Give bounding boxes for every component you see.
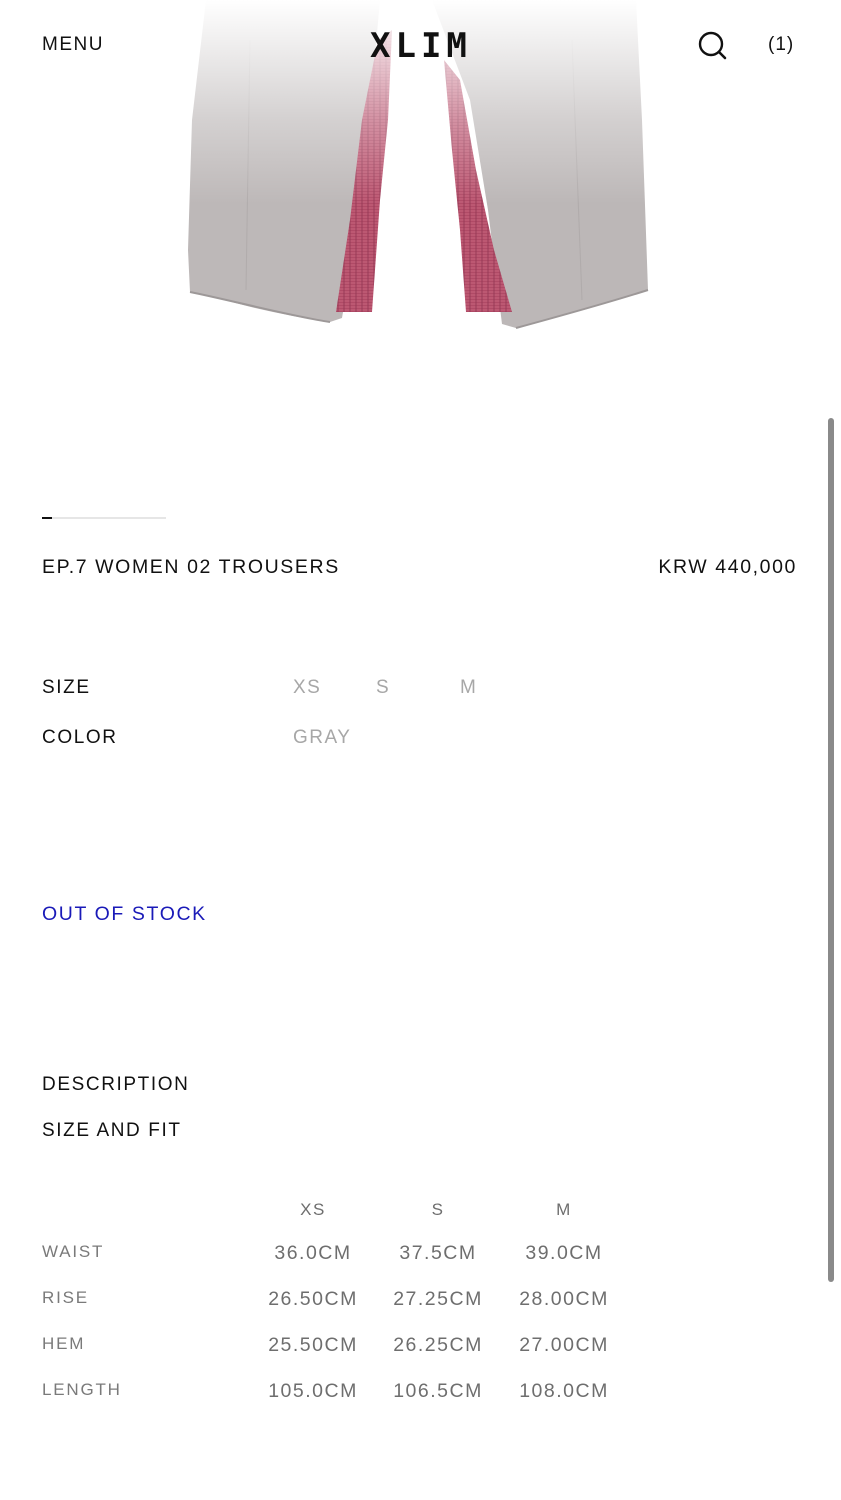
table-cell: 25.50CM — [268, 1334, 358, 1356]
site-header: MENU XLIM (1) — [0, 0, 841, 90]
table-header-s: S — [431, 1200, 445, 1219]
table-cell: 105.0CM — [268, 1380, 358, 1402]
description-toggle[interactable]: DESCRIPTION — [42, 1074, 189, 1096]
table-cell: 27.25CM — [393, 1288, 483, 1310]
size-option-m[interactable]: M — [460, 677, 477, 699]
site-logo[interactable]: XLIM — [370, 26, 472, 66]
color-option-gray[interactable]: GRAY — [293, 727, 351, 749]
table-cell: 108.0CM — [519, 1380, 609, 1402]
size-option-xs[interactable]: XS — [293, 677, 321, 699]
row-label: LENGTH — [42, 1380, 122, 1399]
table-cell: 36.0CM — [274, 1242, 352, 1264]
search-icon[interactable] — [696, 29, 728, 61]
size-option-s[interactable]: S — [376, 677, 390, 699]
table-cell: 26.25CM — [393, 1334, 483, 1356]
gallery-progress — [42, 516, 166, 519]
table-cell: 37.5CM — [399, 1242, 477, 1264]
size-label: SIZE — [42, 677, 91, 698]
scrollbar[interactable] — [828, 418, 834, 1282]
row-label: RISE — [42, 1288, 89, 1307]
table-cell: 106.5CM — [393, 1380, 483, 1402]
table-header-xs: XS — [300, 1200, 326, 1219]
stock-status: OUT OF STOCK — [42, 903, 207, 925]
table-cell: 39.0CM — [525, 1242, 603, 1264]
row-label: HEM — [42, 1334, 86, 1353]
table-header-m: M — [556, 1200, 572, 1219]
cart-button[interactable]: (1) — [768, 34, 794, 56]
menu-button[interactable]: MENU — [42, 34, 104, 56]
row-label: WAIST — [42, 1242, 105, 1261]
table-cell: 28.00CM — [519, 1288, 609, 1310]
table-cell: 26.50CM — [268, 1288, 358, 1310]
table-cell: 27.00CM — [519, 1334, 609, 1356]
product-price: KRW 440,000 — [658, 556, 797, 578]
product-name: EP.7 WOMEN 02 TROUSERS — [42, 556, 340, 578]
gallery-progress-active — [42, 516, 52, 519]
size-and-fit-toggle[interactable]: SIZE AND FIT — [42, 1120, 182, 1142]
color-label: COLOR — [42, 727, 118, 748]
